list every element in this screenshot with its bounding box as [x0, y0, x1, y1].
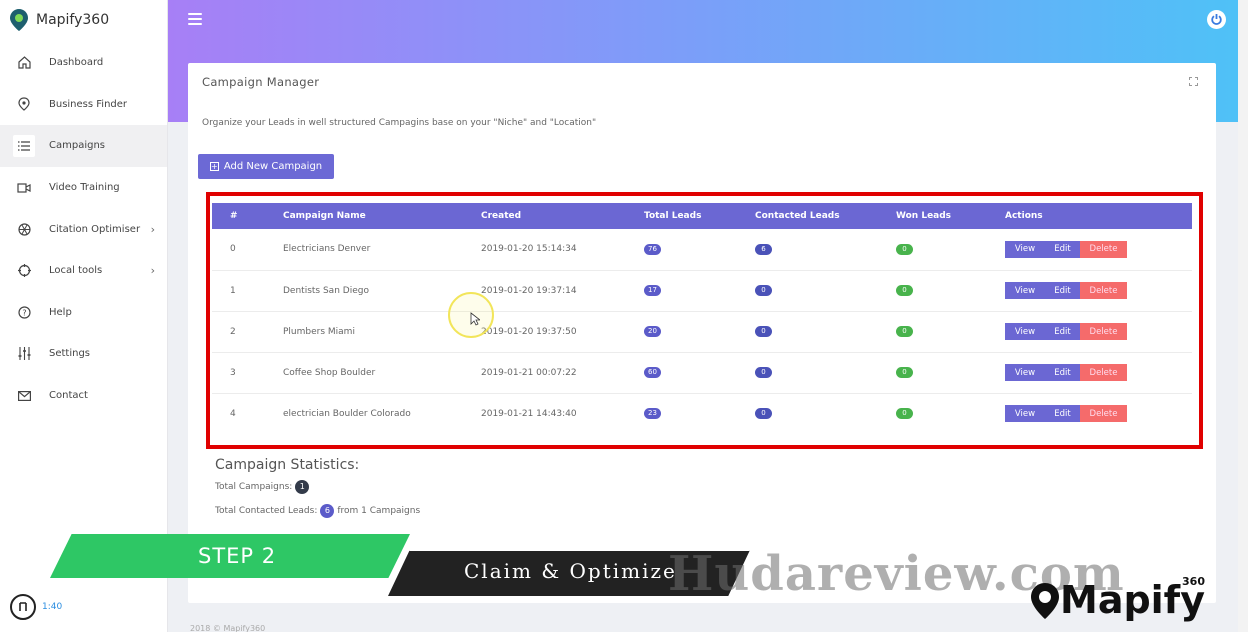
- sidebar-item-label: Dashboard: [49, 57, 104, 69]
- sidebar-item-help[interactable]: ? Help: [0, 292, 167, 334]
- stat-label: Total Contacted Leads:: [215, 506, 318, 516]
- card-description: Organize your Leads in well structured C…: [202, 118, 597, 128]
- sidebar-item-business-finder[interactable]: Business Finder: [0, 84, 167, 126]
- scrollbar[interactable]: [1238, 0, 1248, 632]
- app-name: Mapify360: [36, 12, 110, 28]
- add-campaign-label: Add New Campaign: [223, 161, 323, 172]
- sidebar-item-label: Video Training: [49, 182, 120, 194]
- stat-badge: 6: [320, 504, 335, 518]
- help-icon: ?: [16, 304, 32, 320]
- stat-badge: 1: [295, 480, 310, 494]
- chevron-right-icon: ›: [150, 222, 155, 236]
- sidebar-item-label: Campaigns: [49, 140, 106, 152]
- claim-label: Claim & Optimize: [464, 559, 677, 583]
- stats-title: Campaign Statistics:: [215, 457, 360, 473]
- location-pin-icon: [16, 96, 32, 112]
- home-icon: [16, 55, 32, 71]
- sidebar-item-label: Help: [49, 306, 72, 318]
- expand-icon[interactable]: [1189, 77, 1198, 86]
- sidebar-item-label: Citation Optimiser: [49, 223, 141, 235]
- brand[interactable]: Mapify360: [0, 0, 167, 40]
- power-icon[interactable]: [1207, 10, 1226, 29]
- card-title: Campaign Manager: [202, 75, 320, 89]
- logo-pin-icon: [10, 9, 28, 31]
- step-label: STEP 2: [198, 544, 277, 568]
- sliders-icon: [16, 346, 32, 362]
- stat-label: Total Campaigns:: [215, 482, 293, 492]
- stat-contacted-leads: Total Contacted Leads: 6 from 1 Campaign…: [215, 504, 420, 518]
- footer-text: 2018 © Mapify360: [190, 624, 266, 632]
- stat-total-campaigns: Total Campaigns: 1: [215, 480, 312, 494]
- logo-superscript: 360: [1182, 575, 1205, 588]
- pause-icon: [19, 602, 27, 611]
- stat-suffix: from 1 Campaigns: [337, 506, 421, 516]
- sidebar-item-settings[interactable]: Settings: [0, 333, 167, 375]
- svg-text:?: ?: [22, 308, 26, 317]
- red-highlight-box: [206, 192, 1203, 449]
- sidebar-item-label: Settings: [49, 348, 91, 360]
- sidebar-item-dashboard[interactable]: Dashboard: [0, 42, 167, 84]
- mail-icon: [16, 388, 32, 404]
- video-controls: 1:40: [10, 594, 62, 620]
- aperture-icon: [16, 221, 32, 237]
- sidebar-nav: Dashboard Business Finder Campaigns Vide…: [0, 42, 167, 416]
- add-campaign-button[interactable]: + Add New Campaign: [198, 154, 334, 179]
- sidebar-item-contact[interactable]: Contact: [0, 375, 167, 417]
- video-icon: [16, 180, 32, 196]
- sidebar-item-local-tools[interactable]: Local tools ›: [0, 250, 167, 292]
- logo-pin-icon: [1031, 583, 1059, 619]
- sidebar-item-label: Contact: [49, 390, 88, 402]
- video-time: 1:40: [42, 602, 63, 612]
- sidebar-item-citation-optimiser[interactable]: Citation Optimiser ›: [0, 208, 167, 250]
- mouse-cursor-icon: [470, 312, 480, 326]
- pause-button[interactable]: [10, 594, 36, 620]
- sidebar-item-campaigns[interactable]: Campaigns: [0, 125, 167, 167]
- sidebar-item-label: Local tools: [49, 265, 103, 277]
- mapify-logo: Mapify 360: [1030, 575, 1205, 620]
- chevron-right-icon: ›: [150, 264, 155, 278]
- list-icon: [13, 134, 35, 157]
- plus-square-icon: +: [209, 162, 219, 171]
- sidebar-item-video-training[interactable]: Video Training: [0, 167, 167, 209]
- sidebar-item-label: Business Finder: [49, 98, 128, 110]
- hamburger-menu-icon[interactable]: [188, 13, 202, 28]
- crosshair-icon: [16, 263, 32, 279]
